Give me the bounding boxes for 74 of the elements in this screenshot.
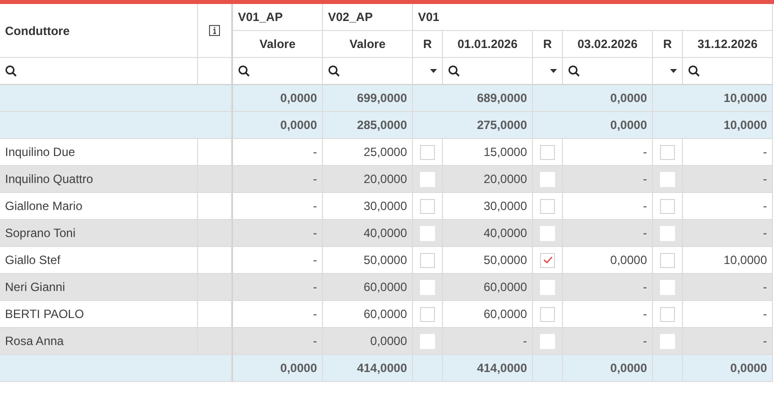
total-cell: 414,0000 xyxy=(323,355,413,382)
table-cell: - xyxy=(683,274,773,301)
checkbox[interactable] xyxy=(420,144,435,160)
search-icon xyxy=(568,65,580,77)
table-cell: - xyxy=(232,166,323,193)
table-cell: - xyxy=(232,274,323,301)
column-header: V01 xyxy=(413,4,773,31)
column-header[interactable]: Valore xyxy=(232,31,323,58)
table-cell: - xyxy=(563,220,653,247)
caret-icon xyxy=(430,69,437,73)
total-cell: 10,0000 xyxy=(653,85,773,112)
checkbox[interactable] xyxy=(660,144,675,160)
total-cell: 0,0000 xyxy=(232,355,323,382)
search-icon xyxy=(328,65,340,77)
column-header[interactable]: Conduttore xyxy=(0,4,198,58)
table-cell: - xyxy=(563,328,653,355)
table-cell: - xyxy=(443,328,533,355)
checkbox[interactable] xyxy=(540,252,555,268)
tenant-name: Rosa Anna xyxy=(0,328,198,355)
total-cell: 10,0000 xyxy=(653,112,773,139)
total-cell: 0,0000 xyxy=(683,355,773,382)
check-icon xyxy=(542,256,552,264)
table-cell: - xyxy=(232,328,323,355)
search-icon xyxy=(688,65,700,77)
total-cell: 689,0000 xyxy=(413,85,533,112)
checkbox[interactable] xyxy=(660,198,675,214)
column-header[interactable]: R xyxy=(413,31,443,58)
table-cell: - xyxy=(683,220,773,247)
checkbox[interactable] xyxy=(540,198,555,214)
tenant-name: Neri Gianni xyxy=(0,274,198,301)
checkbox[interactable] xyxy=(420,306,435,322)
table-cell: 20,0000 xyxy=(443,166,533,193)
checkbox[interactable] xyxy=(540,306,555,322)
total-cell: 285,0000 xyxy=(323,112,413,139)
caret-icon xyxy=(670,69,677,73)
checkbox[interactable] xyxy=(540,144,555,160)
table-cell: - xyxy=(232,220,323,247)
total-cell: 699,0000 xyxy=(323,85,413,112)
table-cell: - xyxy=(683,328,773,355)
total-cell: 0,0000 xyxy=(563,355,653,382)
column-header[interactable]: R xyxy=(533,31,563,58)
column-header[interactable]: 31.12.2026 xyxy=(683,31,773,58)
total-cell: 0,0000 xyxy=(232,85,323,112)
table-cell: 60,0000 xyxy=(443,274,533,301)
table-cell: 20,0000 xyxy=(323,166,413,193)
checkbox[interactable] xyxy=(420,252,435,268)
search-icon xyxy=(238,65,250,77)
table-cell: 0,0000 xyxy=(323,328,413,355)
table-cell: 60,0000 xyxy=(323,274,413,301)
info-icon[interactable] xyxy=(209,25,220,36)
column-header: V02_AP xyxy=(323,4,413,31)
table-cell: 40,0000 xyxy=(443,220,533,247)
caret-icon xyxy=(550,69,557,73)
total-cell: 414,0000 xyxy=(443,355,533,382)
checkbox[interactable] xyxy=(420,198,435,214)
search-icon xyxy=(448,65,460,77)
checkbox[interactable] xyxy=(660,306,675,322)
table-cell: 40,0000 xyxy=(323,220,413,247)
table-cell: - xyxy=(563,274,653,301)
column-header[interactable]: R xyxy=(653,31,683,58)
search-icon xyxy=(5,65,17,77)
total-cell: 275,0000 xyxy=(413,112,533,139)
column-header[interactable]: 01.01.2026 xyxy=(443,31,533,58)
checkbox[interactable] xyxy=(660,252,675,268)
column-header[interactable]: Valore xyxy=(323,31,413,58)
column-header[interactable]: 03.02.2026 xyxy=(563,31,653,58)
tenant-name: Inquilino Quattro xyxy=(0,166,198,193)
column-header: V01_AP xyxy=(232,4,323,31)
tenant-name: Soprano Toni xyxy=(0,220,198,247)
table-cell: - xyxy=(563,166,653,193)
table-cell: - xyxy=(683,166,773,193)
total-cell: 0,0000 xyxy=(232,112,323,139)
total-cell: 0,0000 xyxy=(533,112,653,139)
total-cell: 0,0000 xyxy=(533,85,653,112)
